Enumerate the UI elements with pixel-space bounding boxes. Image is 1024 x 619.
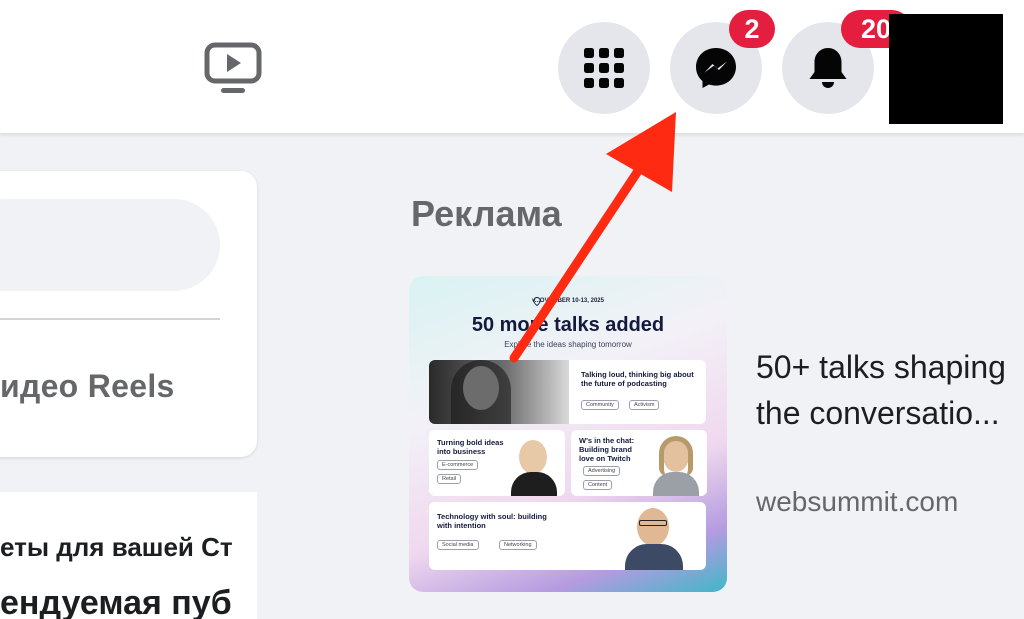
speaker-photo xyxy=(429,360,569,424)
reels-button-label[interactable]: идео Reels xyxy=(0,368,175,405)
grid-menu-icon xyxy=(584,48,624,88)
menu-button[interactable] xyxy=(558,22,650,114)
speaker-photo xyxy=(505,434,563,496)
left-bottom-card: еты для вашей Ст ендуемая пуб xyxy=(0,492,257,619)
ad-tile-tag: Community xyxy=(581,400,619,410)
ad-tile-tag: Networking xyxy=(499,540,537,550)
ad-tile-tag: Social media xyxy=(437,540,479,550)
ad-tile-tag: E-commerce xyxy=(437,460,479,470)
account-avatar[interactable] xyxy=(889,14,1003,124)
divider xyxy=(0,318,220,320)
suggestion-text: еты для вашей Ст xyxy=(0,532,233,562)
messenger-badge: 2 xyxy=(729,10,775,48)
ad-image-subtitle: Explore the ideas shaping tomorrow xyxy=(504,340,632,349)
ad-tile-tag: Activism xyxy=(629,400,660,410)
ad-tile: Turning bold ideas into business E-comme… xyxy=(429,430,565,496)
ad-image-date: v...OVEMBER 10-13, 2025 xyxy=(532,298,604,304)
ad-image[interactable]: v...OVEMBER 10-13, 2025 50 more talks ad… xyxy=(409,276,727,592)
ad-tile-tag: Advertising xyxy=(583,466,621,476)
messenger-icon xyxy=(696,48,736,88)
ad-tile-tag: Content xyxy=(583,480,613,490)
recommended-post-title[interactable]: ендуемая пуб xyxy=(0,584,232,619)
speaker-photo xyxy=(647,434,705,496)
ad-image-title: 50 more talks added xyxy=(471,314,665,336)
ad-tile: W's in the chat: Building brand love on … xyxy=(571,430,707,496)
ad-tile-tag: Retail xyxy=(437,474,462,484)
bell-icon xyxy=(809,48,847,88)
video-nav-item[interactable] xyxy=(204,42,262,96)
video-play-icon xyxy=(204,42,262,93)
ad-tile-title: Talking loud, thinking big about the fut… xyxy=(581,370,694,388)
sponsored-heading: Реклама xyxy=(411,193,562,234)
ad-tile: Talking loud, thinking big about the fut… xyxy=(429,360,706,424)
top-navigation-bar: 2 20 xyxy=(0,0,1024,133)
ad-tile-title: Turning bold ideas into business xyxy=(437,438,504,456)
ad-tile-title: W's in the chat: Building brand love on … xyxy=(579,436,635,463)
create-post-input[interactable] xyxy=(0,199,220,291)
ad-tile-title: Technology with soul: building with inte… xyxy=(437,512,547,530)
speaker-photo xyxy=(619,504,689,570)
ad-headline[interactable]: 50+ talks shaping the conversatio... xyxy=(756,344,1006,436)
ad-tile: Technology with soul: building with inte… xyxy=(429,502,706,570)
ad-domain: websummit.com xyxy=(756,486,959,517)
